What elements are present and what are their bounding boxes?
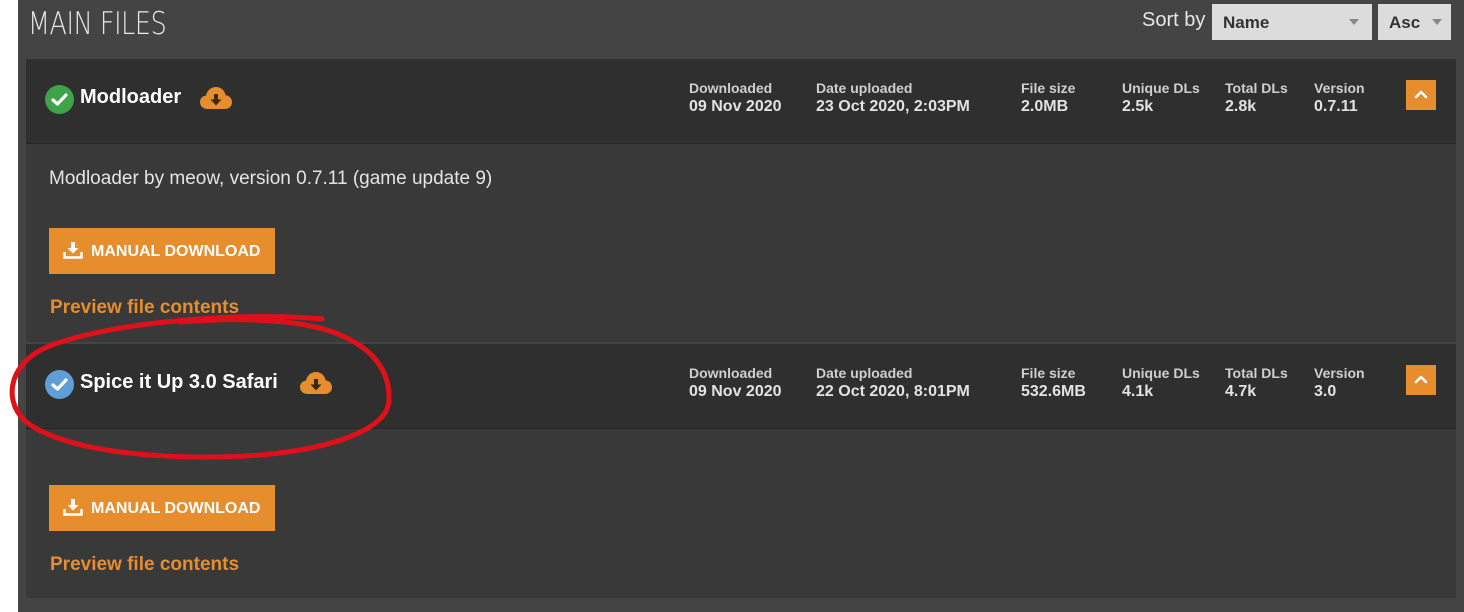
- stat-value: 3.0: [1314, 383, 1337, 400]
- stat-downloaded: Downloaded 09 Nov 2020: [689, 365, 782, 402]
- stat-label: Total DLs: [1225, 80, 1288, 96]
- main-files-panel: MAIN FILES Sort by Name Asc Modloader Do…: [18, 0, 1464, 612]
- preview-file-contents-link[interactable]: Preview file contents: [50, 554, 239, 576]
- manual-download-button[interactable]: MANUAL DOWNLOAD: [49, 485, 275, 531]
- stat-label: File size: [1021, 365, 1076, 381]
- sort-field-value: Name: [1223, 13, 1270, 32]
- stat-date-uploaded: Date uploaded 23 Oct 2020, 2:03PM: [816, 80, 970, 117]
- chevron-up-icon: [1414, 90, 1428, 99]
- manual-download-label: MANUAL DOWNLOAD: [91, 500, 261, 517]
- stat-value: 22 Oct 2020, 8:01PM: [816, 383, 970, 400]
- preview-file-contents-link[interactable]: Preview file contents: [50, 297, 239, 319]
- stat-label: Unique DLs: [1122, 80, 1200, 96]
- stat-value: 09 Nov 2020: [689, 98, 782, 115]
- sort-field-select[interactable]: Name: [1212, 4, 1372, 40]
- stat-value: 2.0MB: [1021, 98, 1069, 115]
- sort-direction-value: Asc: [1389, 13, 1421, 32]
- file-description: Modloader by meow, version 0.7.11 (game …: [49, 168, 493, 189]
- check-circle-icon: [45, 85, 74, 114]
- stat-version: Version 3.0: [1314, 365, 1365, 402]
- download-icon: [63, 242, 83, 259]
- file-details-modloader: Modloader by meow, version 0.7.11 (game …: [26, 144, 1456, 342]
- stat-label: Version: [1314, 365, 1365, 381]
- stat-total-dls: Total DLs 2.8k: [1225, 80, 1288, 117]
- stat-label: Downloaded: [689, 365, 773, 381]
- chevron-down-icon: [1349, 19, 1359, 25]
- download-icon: [63, 499, 83, 516]
- stat-value: 0.7.11: [1314, 98, 1358, 115]
- chevron-up-icon: [1414, 375, 1428, 384]
- section-title: MAIN FILES: [28, 6, 167, 42]
- stat-label: Date uploaded: [816, 365, 913, 381]
- stat-label: Version: [1314, 80, 1365, 96]
- file-header-modloader[interactable]: Modloader Downloaded 09 Nov 2020 Date up…: [26, 59, 1456, 144]
- stat-file-size: File size 2.0MB: [1021, 80, 1075, 117]
- stat-value: 23 Oct 2020, 2:03PM: [816, 98, 970, 115]
- stat-label: Total DLs: [1225, 365, 1288, 381]
- stat-total-dls: Total DLs 4.7k: [1225, 365, 1288, 402]
- stat-file-size: File size 532.6MB: [1021, 365, 1086, 402]
- stat-version: Version 0.7.11: [1314, 80, 1365, 117]
- manual-download-button[interactable]: MANUAL DOWNLOAD: [49, 228, 275, 274]
- file-name[interactable]: Spice it Up 3.0 Safari: [80, 371, 278, 394]
- cloud-download-icon[interactable]: [299, 371, 333, 395]
- sort-direction-select[interactable]: Asc: [1378, 4, 1451, 40]
- check-circle-icon: [45, 370, 74, 399]
- file-header-spice-it-up[interactable]: Spice it Up 3.0 Safari Downloaded 09 Nov…: [26, 344, 1456, 429]
- stat-value: 4.1k: [1122, 383, 1154, 400]
- collapse-toggle-button[interactable]: [1406, 80, 1436, 110]
- chevron-down-icon: [1432, 19, 1442, 25]
- collapse-toggle-button[interactable]: [1406, 365, 1436, 395]
- stat-date-uploaded: Date uploaded 22 Oct 2020, 8:01PM: [816, 365, 970, 402]
- stat-label: File size: [1021, 80, 1076, 96]
- sort-label: Sort by: [1142, 9, 1206, 31]
- file-details-spice-it-up: MANUAL DOWNLOAD Preview file contents: [26, 429, 1456, 598]
- stat-label: Unique DLs: [1122, 365, 1200, 381]
- stat-value: 09 Nov 2020: [689, 383, 782, 400]
- stat-label: Date uploaded: [816, 80, 913, 96]
- stat-value: 2.8k: [1225, 98, 1257, 115]
- file-name[interactable]: Modloader: [80, 86, 181, 109]
- manual-download-label: MANUAL DOWNLOAD: [91, 243, 261, 260]
- stat-value: 2.5k: [1122, 98, 1154, 115]
- stat-unique-dls: Unique DLs 2.5k: [1122, 80, 1200, 117]
- cloud-download-icon[interactable]: [199, 86, 233, 110]
- stat-downloaded: Downloaded 09 Nov 2020: [689, 80, 782, 117]
- stat-value: 4.7k: [1225, 383, 1257, 400]
- stat-unique-dls: Unique DLs 4.1k: [1122, 365, 1200, 402]
- stat-label: Downloaded: [689, 80, 773, 96]
- stat-value: 532.6MB: [1021, 383, 1086, 400]
